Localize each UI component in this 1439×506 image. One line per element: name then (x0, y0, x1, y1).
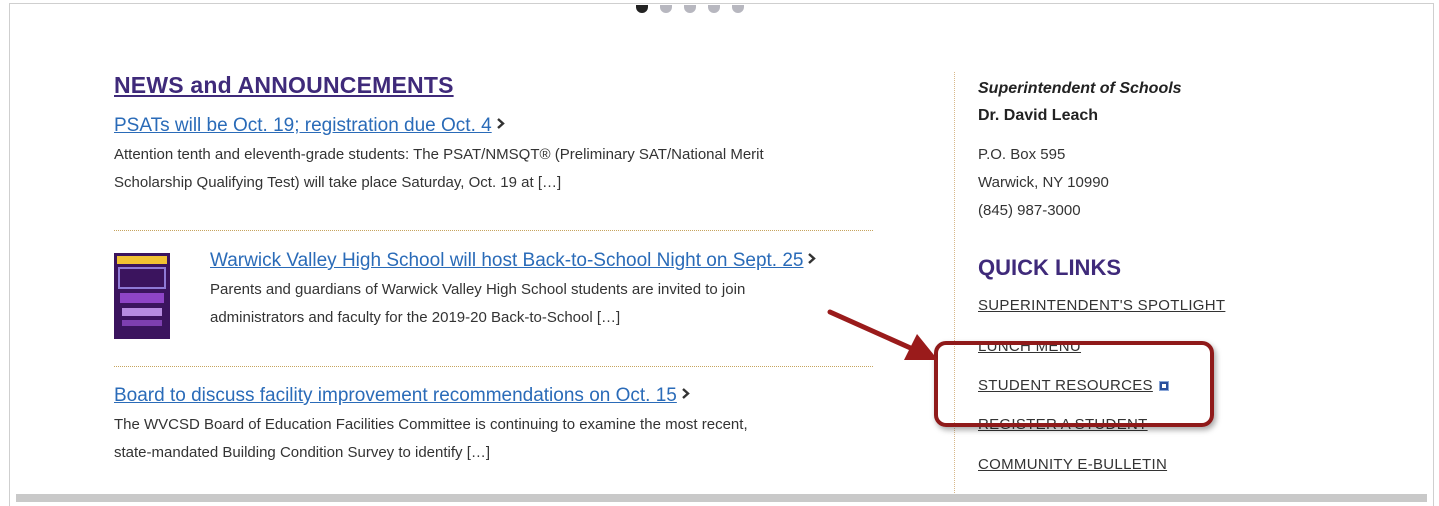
annotation-highlight-box (934, 341, 1214, 427)
address-line: Warwick, NY 10990 (978, 174, 1109, 191)
news-separator (114, 230, 873, 231)
chevron-right-icon[interactable] (682, 386, 690, 404)
superintendent-name: Dr. David Leach (978, 107, 1099, 124)
phone-number[interactable]: (845) 987-3000 (978, 197, 1109, 225)
thumbnail-night-label (120, 293, 164, 303)
carousel-dot-1[interactable] (636, 5, 648, 13)
news-item-desc-line: Scholarship Qualifying Test) will take p… (114, 174, 562, 191)
news-item-desc-line: The WVCSD Board of Education Facilities … (114, 416, 748, 433)
carousel-dot-2[interactable] (660, 5, 672, 13)
thumbnail-banner (117, 256, 167, 264)
thumbnail-time-label (122, 320, 162, 326)
sidebar-divider (954, 72, 955, 497)
superintendent-title: Superintendent of Schools (978, 80, 1182, 97)
news-item: Board to discuss facility improvement re… (114, 385, 748, 467)
news-item-desc-line: Parents and guardians of Warwick Valley … (210, 281, 746, 298)
horizontal-scrollbar[interactable] (16, 494, 1427, 502)
address-line: P.O. Box 595 (978, 146, 1066, 163)
chevron-right-icon[interactable] (496, 116, 505, 134)
news-item-title[interactable]: Board to discuss facility improvement re… (114, 385, 677, 406)
carousel-dot-4[interactable] (708, 5, 720, 13)
carousel-dot-3[interactable] (684, 5, 696, 13)
news-item-title[interactable]: PSATs will be Oct. 19; registration due … (114, 115, 492, 136)
news-item-desc-line: state-mandated Building Condition Survey… (114, 444, 491, 461)
news-separator (114, 366, 873, 367)
quick-links-heading: QUICK LINKS (978, 255, 1121, 280)
quick-link-community-e-bulletin[interactable]: COMMUNITY E-BULLETIN (978, 456, 1167, 473)
news-item: Warwick Valley High School will host Bac… (210, 250, 817, 332)
quick-link-superintendents-spotlight[interactable]: SUPERINTENDENT'S SPOTLIGHT (978, 297, 1225, 314)
news-heading[interactable]: NEWS and ANNOUNCEMENTS (114, 72, 454, 99)
annotation-arrow-icon (827, 309, 938, 360)
thumbnail-date-label (122, 308, 162, 316)
contact-address: P.O. Box 595 Warwick, NY 10990 (845) 987… (978, 141, 1109, 225)
thumbnail-building-graphic (118, 267, 166, 289)
news-item-title[interactable]: Warwick Valley High School will host Bac… (210, 250, 803, 271)
news-item: PSATs will be Oct. 19; registration due … (114, 115, 764, 197)
news-item-desc-line: administrators and faculty for the 2019-… (210, 309, 621, 326)
back-to-school-thumbnail[interactable] (114, 253, 170, 339)
carousel-pagination (636, 5, 744, 13)
chevron-right-icon[interactable] (808, 251, 817, 269)
news-item-desc-line: Attention tenth and eleventh-grade stude… (114, 146, 764, 163)
carousel-dot-5[interactable] (732, 5, 744, 13)
